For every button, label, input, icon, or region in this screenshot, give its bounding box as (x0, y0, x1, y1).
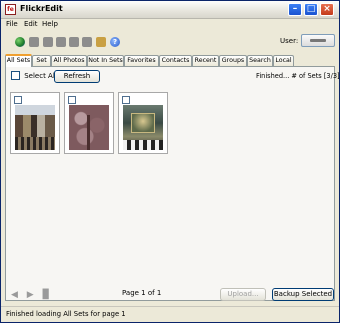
page-navigation: ◀ ▶ ▉ (11, 290, 56, 300)
status-bar: Finished loading All Sets for page 1 (1, 306, 339, 322)
page-icon[interactable] (43, 37, 53, 47)
tab-not-in-sets[interactable]: Not In Sets (87, 55, 124, 66)
menu-file[interactable]: File (6, 20, 18, 28)
set-thumbnail[interactable] (10, 92, 60, 154)
sets-status-text: Finished... # of Sets [3/3] (256, 72, 340, 80)
thumbnail-checkbox[interactable] (14, 96, 22, 104)
select-all-label: Select All (24, 71, 57, 80)
user-select[interactable] (301, 34, 335, 47)
prev-page-icon[interactable]: ◀ (11, 290, 18, 300)
refresh-button[interactable]: Refresh (54, 70, 100, 83)
page-label: Page 1 of 1 (122, 289, 162, 297)
thumbnail-checkbox[interactable] (122, 96, 130, 104)
tab-search[interactable]: Search (247, 55, 273, 66)
window-title: FlickrEdit (20, 4, 63, 13)
tab-all-sets[interactable]: All Sets (5, 54, 32, 67)
menu-bar: File Edit Help (1, 19, 339, 30)
rotate-right-icon[interactable] (69, 37, 79, 47)
menu-edit[interactable]: Edit (24, 20, 38, 28)
tag-icon[interactable] (82, 37, 92, 47)
tab-favorites[interactable]: Favorites (124, 55, 159, 66)
upload-button[interactable]: Upload... (220, 288, 266, 301)
set-thumbnail[interactable] (118, 92, 168, 154)
close-button[interactable]: × (320, 3, 334, 16)
select-all-control[interactable]: Select All (11, 71, 57, 83)
tab-all-photos[interactable]: All Photos (51, 55, 87, 66)
backup-selected-button[interactable]: Backup Selected (272, 288, 334, 301)
app-window: fe FlickrEdit – □ × File Edit Help ? Use… (0, 0, 340, 323)
menu-help[interactable]: Help (42, 20, 58, 28)
all-sets-panel: Select All Refresh Finished... # of Sets… (5, 66, 340, 301)
chairs-photo (15, 105, 55, 150)
tab-set[interactable]: Set (32, 55, 51, 66)
globe-icon[interactable] (15, 37, 25, 47)
tab-local[interactable]: Local (273, 55, 294, 66)
tab-groups[interactable]: Groups (219, 55, 247, 66)
next-page-icon[interactable]: ▶ (27, 290, 34, 300)
set-thumbnail[interactable] (64, 92, 114, 154)
rotate-left-icon[interactable] (56, 37, 66, 47)
maximize-button[interactable]: □ (304, 3, 318, 16)
app-logo-icon: fe (5, 4, 16, 15)
toolbar: ? User: (1, 30, 339, 54)
tab-strip: All Sets Set All Photos Not In Sets Favo… (5, 54, 335, 67)
tab-recent[interactable]: Recent (192, 55, 219, 66)
thumbnail-grid (8, 91, 332, 286)
arrow-icon[interactable] (29, 37, 39, 47)
painting-photo (123, 105, 163, 150)
user-label: User: (280, 37, 299, 45)
help-icon[interactable]: ? (110, 37, 120, 47)
tab-contacts[interactable]: Contacts (159, 55, 192, 66)
page-icon[interactable]: ▉ (43, 290, 50, 300)
minimize-button[interactable]: – (288, 3, 302, 16)
status-text: Finished loading All Sets for page 1 (6, 310, 126, 318)
select-all-checkbox[interactable] (11, 71, 20, 80)
tree-photo (69, 105, 109, 150)
folder-icon[interactable] (96, 37, 106, 47)
title-bar: fe FlickrEdit – □ × (1, 1, 339, 19)
thumbnail-checkbox[interactable] (68, 96, 76, 104)
